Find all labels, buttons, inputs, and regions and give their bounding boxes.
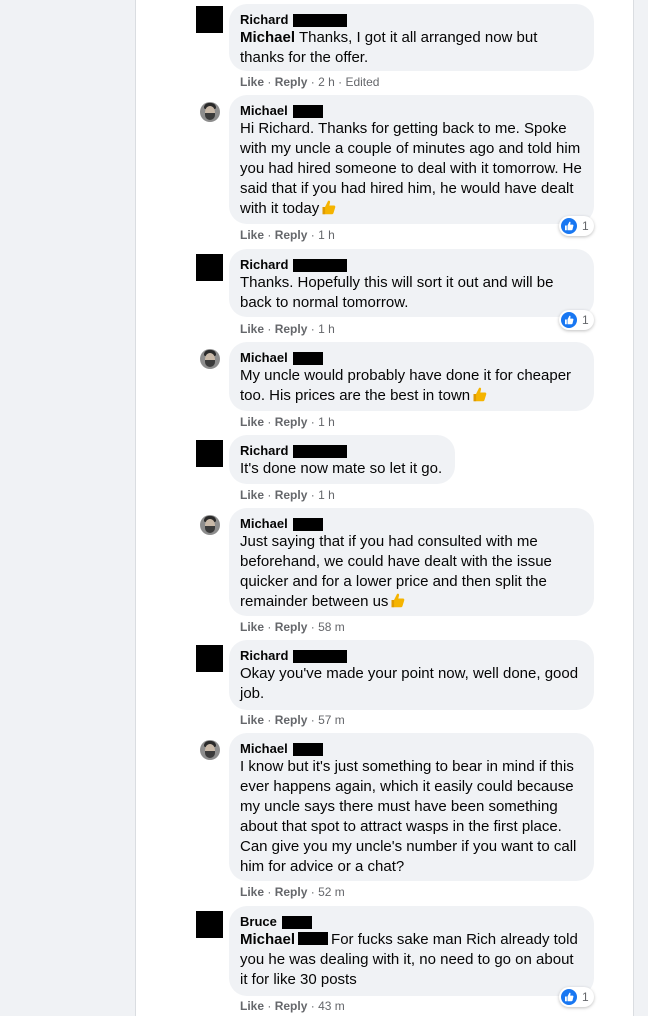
comment-bubble: Michael I know but it's just something t… <box>229 733 594 881</box>
redacted-avatar[interactable] <box>196 911 223 938</box>
redaction-bar <box>293 13 348 27</box>
comment-actions: Like · Reply · 57 m <box>240 713 345 727</box>
redaction-bar <box>292 517 323 531</box>
redaction-bar <box>298 932 329 945</box>
reply-link[interactable]: Reply <box>275 228 308 242</box>
comment-actions: Like · Reply · 43 m <box>240 999 345 1013</box>
author-name[interactable]: Richard <box>240 257 288 273</box>
comment-bubble: Richard Michael Thanks, I got it all arr… <box>229 4 594 71</box>
timestamp[interactable]: 58 m <box>318 620 345 634</box>
reply-link[interactable]: Reply <box>275 322 308 336</box>
comment-text: Michael For fucks sake man Rich already t… <box>240 931 578 988</box>
reaction-count-badge[interactable]: 1 <box>559 987 594 1007</box>
redaction-bar <box>281 915 312 929</box>
like-link[interactable]: Like <box>240 885 264 899</box>
comment-bubble: Michael Just saying that if you had cons… <box>229 508 594 616</box>
profile-avatar[interactable] <box>200 102 220 122</box>
like-reaction-icon <box>561 218 577 234</box>
reply-link[interactable]: Reply <box>275 75 308 89</box>
like-link[interactable]: Like <box>240 415 264 429</box>
like-reaction-icon <box>561 989 577 1005</box>
comment-text: Hi Richard. Thanks for getting back to m… <box>240 120 582 217</box>
comment-actions: Like · Reply · 1 h <box>240 488 335 502</box>
comment-actions: Like · Reply · 1 h <box>240 415 335 429</box>
comment-actions: Like · Reply · 58 m <box>240 620 345 634</box>
reaction-count-badge[interactable]: 1 <box>559 310 594 330</box>
comment-text: I know but it's just something to bear i… <box>240 758 577 875</box>
thumbs-up-emoji-icon <box>473 387 487 402</box>
redacted-avatar[interactable] <box>196 6 223 33</box>
timestamp[interactable]: 1 h <box>318 228 335 242</box>
comment-text: Thanks. Hopefully this will sort it out … <box>240 274 554 311</box>
like-link[interactable]: Like <box>240 713 264 727</box>
like-link[interactable]: Like <box>240 322 264 336</box>
comment-bubble: Bruce Michael For fucks sake man Rich alr… <box>229 906 594 996</box>
comment-text: My uncle would probably have done it for… <box>240 367 572 404</box>
comment-bubble: Richard Okay you've made your point now,… <box>229 640 594 710</box>
comment-bubble: Richard It's done now mate so let it go. <box>229 435 455 484</box>
profile-avatar[interactable] <box>200 349 220 369</box>
like-link[interactable]: Like <box>240 488 264 502</box>
author-name[interactable]: Michael <box>240 741 288 757</box>
comment-text: Just saying that if you had consulted wi… <box>240 533 552 610</box>
comment-thread: Richard Michael Thanks, I got it all arr… <box>135 0 634 1016</box>
author-name[interactable]: Richard <box>240 648 288 664</box>
redaction-bar <box>292 351 323 365</box>
redacted-avatar[interactable] <box>196 254 223 281</box>
reply-link[interactable]: Reply <box>275 999 308 1013</box>
author-name[interactable]: Richard <box>240 12 288 28</box>
like-reaction-icon <box>561 312 577 328</box>
redaction-bar <box>292 104 323 118</box>
author-name[interactable]: Richard <box>240 443 288 459</box>
reply-link[interactable]: Reply <box>275 885 308 899</box>
author-name[interactable]: Michael <box>240 516 288 532</box>
profile-avatar[interactable] <box>200 740 220 760</box>
timestamp[interactable]: 1 h <box>318 488 335 502</box>
comment-text: It's done now mate so let it go. <box>240 460 443 477</box>
edited-label: Edited <box>345 75 380 89</box>
author-name[interactable]: Michael <box>240 103 288 119</box>
comment-actions: Like · Reply · 52 m <box>240 885 345 899</box>
like-link[interactable]: Like <box>240 228 264 242</box>
mention-link[interactable]: Michael <box>240 29 295 46</box>
profile-avatar[interactable] <box>200 515 220 535</box>
timestamp[interactable]: 43 m <box>318 999 345 1013</box>
comment-text: Okay you've made your point now, well do… <box>240 665 579 702</box>
reaction-count-badge[interactable]: 1 <box>559 216 594 236</box>
timestamp[interactable]: 1 h <box>318 415 335 429</box>
timestamp[interactable]: 52 m <box>318 885 345 899</box>
reply-link[interactable]: Reply <box>275 620 308 634</box>
timestamp[interactable]: 1 h <box>318 322 335 336</box>
redaction-bar <box>293 258 348 272</box>
thumbs-up-emoji-icon <box>391 593 405 608</box>
comment-actions: Like · Reply · 1 h <box>240 228 335 242</box>
timestamp[interactable]: 2 h <box>318 75 335 89</box>
thumbs-up-emoji-icon <box>322 200 336 215</box>
redacted-avatar[interactable] <box>196 645 223 672</box>
comment-bubble: Michael Hi Richard. Thanks for getting b… <box>229 95 594 224</box>
author-name[interactable]: Michael <box>240 350 288 366</box>
like-link[interactable]: Like <box>240 75 264 89</box>
like-link[interactable]: Like <box>240 999 264 1013</box>
like-link[interactable]: Like <box>240 620 264 634</box>
author-name[interactable]: Bruce <box>240 914 277 930</box>
reply-link[interactable]: Reply <box>275 713 308 727</box>
timestamp[interactable]: 57 m <box>318 713 345 727</box>
comment-bubble: Michael My uncle would probably have don… <box>229 342 594 411</box>
comment-bubble: Richard Thanks. Hopefully this will sort… <box>229 249 594 317</box>
comment-actions: Like · Reply · 1 h <box>240 322 335 336</box>
redaction-bar <box>293 444 348 458</box>
redaction-bar <box>293 649 348 663</box>
comment-text: Michael Thanks, I got it all arranged no… <box>240 29 538 66</box>
reply-link[interactable]: Reply <box>275 415 308 429</box>
mention-link[interactable]: Michael <box>240 931 295 948</box>
comment-actions: Like · Reply · 2 h · Edited <box>240 75 380 89</box>
redaction-bar <box>292 742 323 756</box>
reply-link[interactable]: Reply <box>275 488 308 502</box>
redacted-avatar[interactable] <box>196 440 223 467</box>
